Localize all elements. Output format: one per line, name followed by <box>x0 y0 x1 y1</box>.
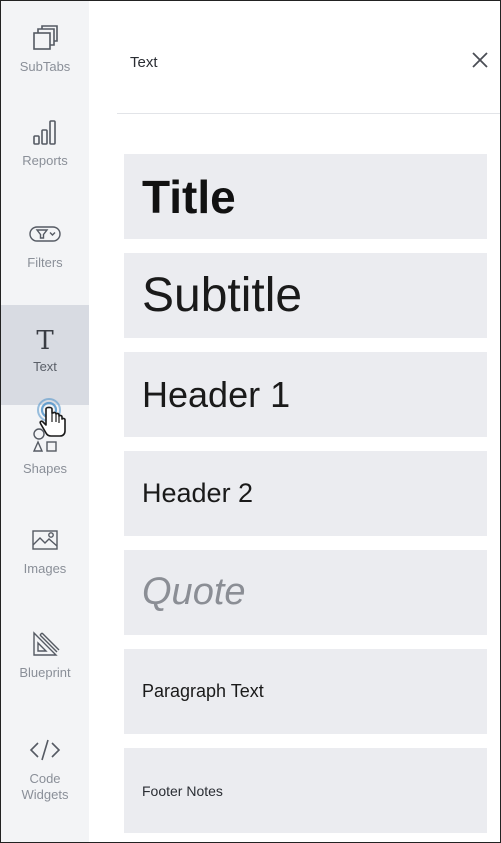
sidebar-item-reports[interactable]: Reports <box>1 117 89 169</box>
sidebar-item-label: Blueprint <box>19 665 71 680</box>
sidebar-item-label: Reports <box>22 153 68 168</box>
sidebar-item-label: Code Widgets <box>21 771 69 802</box>
card-label: Quote <box>142 571 246 613</box>
sidebar-item-filters[interactable]: Filters <box>1 219 89 271</box>
subtabs-icon <box>30 23 60 53</box>
sidebar-item-label: Images <box>23 561 67 576</box>
shapes-icon <box>30 425 60 455</box>
card-label: Footer Notes <box>142 782 223 799</box>
code-icon <box>27 735 63 765</box>
sidebar-item-blueprint[interactable]: Blueprint <box>1 629 89 681</box>
panel-title: Text <box>130 54 158 71</box>
card-label: Paragraph Text <box>142 681 264 701</box>
sidebar: SubTabs Reports Filters T Text Shapes Im… <box>1 1 89 842</box>
card-label: Subtitle <box>142 269 303 322</box>
sidebar-item-label: Text <box>33 359 57 374</box>
svg-text:T: T <box>36 326 54 353</box>
header-divider <box>117 113 500 114</box>
card-label: Header 1 <box>142 373 291 415</box>
sidebar-item-subtabs[interactable]: SubTabs <box>1 23 89 75</box>
card-label: Header 2 <box>142 478 254 508</box>
text-style-title[interactable]: Title <box>124 154 487 239</box>
blueprint-icon <box>30 629 60 659</box>
sidebar-item-label: SubTabs <box>19 59 71 74</box>
text-style-header-2[interactable]: Header 2 <box>124 451 487 536</box>
reports-icon <box>30 117 60 147</box>
text-panel: Text Title Subtitle Header 1 Header 2 Qu… <box>89 1 500 842</box>
text-style-subtitle[interactable]: Subtitle <box>124 253 487 338</box>
sidebar-item-label: Shapes <box>22 461 68 476</box>
close-button[interactable] <box>465 45 495 75</box>
sidebar-item-images[interactable]: Images <box>1 525 89 577</box>
sidebar-item-label: Filters <box>27 255 63 270</box>
text-style-header-1[interactable]: Header 1 <box>124 352 487 437</box>
text-style-quote[interactable]: Quote <box>124 550 487 635</box>
app-frame: SubTabs Reports Filters T Text Shapes Im… <box>0 0 501 843</box>
sidebar-item-text[interactable]: T Text <box>1 305 89 405</box>
filters-icon <box>28 219 62 249</box>
sidebar-item-shapes[interactable]: Shapes <box>1 425 89 477</box>
text-icon: T <box>30 323 60 353</box>
text-style-footer-notes[interactable]: Footer Notes <box>124 748 487 833</box>
sidebar-item-code-widgets[interactable]: Code Widgets <box>1 735 89 803</box>
close-icon <box>472 52 488 68</box>
images-icon <box>30 525 60 555</box>
card-label: Title <box>142 170 236 223</box>
text-style-paragraph[interactable]: Paragraph Text <box>124 649 487 734</box>
